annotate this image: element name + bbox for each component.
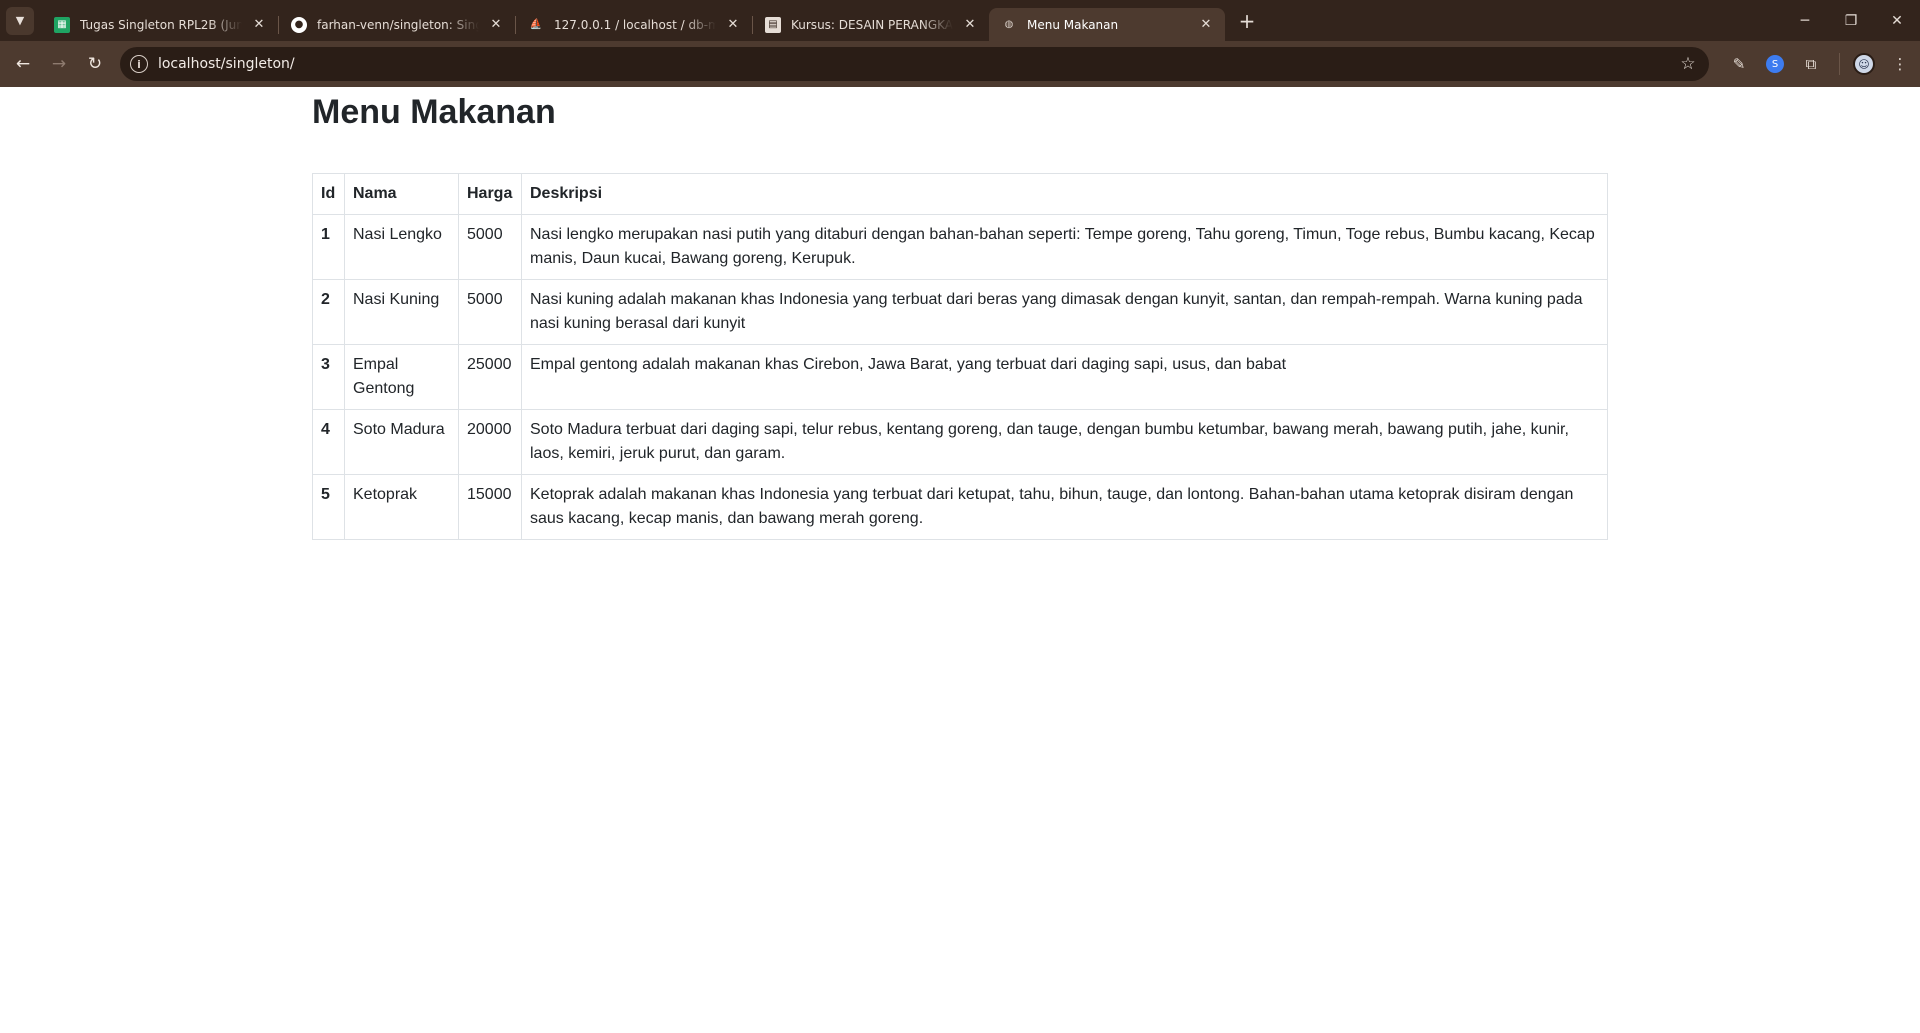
- chevron-down-icon: ▼: [15, 14, 25, 27]
- tab-moodle[interactable]: ▤ Kursus: DESAIN PERANGKAT LU ✕: [753, 8, 989, 41]
- restore-icon: ❐: [1844, 12, 1858, 29]
- address-url: localhost/singleton/: [157, 56, 295, 72]
- cell-harga: 15000: [458, 474, 522, 540]
- table-row: 5 Ketoprak 15000 Ketoprak adalah makanan…: [312, 474, 1608, 540]
- cell-deskripsi: Empal gentong adalah makanan khas Cirebo…: [521, 344, 1608, 410]
- moodle-icon: ▤: [765, 16, 781, 33]
- minimize-icon: ─: [1800, 12, 1810, 29]
- extensions-area: ✎ S ⧉ ☺ ⋮: [1723, 48, 1920, 80]
- avatar: ☺: [1853, 53, 1876, 75]
- minimize-button[interactable]: ─: [1782, 0, 1828, 41]
- restore-button[interactable]: ❐: [1828, 0, 1874, 41]
- cell-nama: Nasi Lengko: [344, 214, 459, 280]
- browser-toolbar: ← → ↻ i localhost/singleton/ ☆ ✎ S ⧉ ☺ ⋮: [0, 41, 1920, 87]
- close-icon[interactable]: ✕: [250, 16, 268, 34]
- bookmark-star-icon[interactable]: ☆: [1673, 54, 1703, 74]
- blue-extension-badge: S: [1766, 55, 1785, 73]
- close-icon[interactable]: ✕: [1197, 16, 1215, 34]
- cell-deskripsi: Nasi kuning adalah makanan khas Indonesi…: [521, 279, 1608, 345]
- cell-id: 3: [312, 344, 345, 410]
- cell-harga: 25000: [458, 344, 522, 410]
- new-tab-button[interactable]: +: [1233, 7, 1261, 35]
- tab-title: Menu Makanan: [1027, 17, 1119, 32]
- cell-id: 2: [312, 279, 345, 345]
- column-header-deskripsi: Deskripsi: [521, 173, 1608, 215]
- address-bar[interactable]: i localhost/singleton/ ☆: [119, 47, 1710, 81]
- page-viewport: Menu Makanan Id Nama Harga Deskripsi 1 N…: [0, 87, 1920, 1033]
- tab-title: farhan-venn/singleton: Singleton: [317, 17, 479, 32]
- close-icon: ✕: [1891, 12, 1903, 29]
- reload-button[interactable]: ↻: [78, 47, 112, 81]
- content-container: Menu Makanan Id Nama Harga Deskripsi 1 N…: [312, 87, 1608, 540]
- profile-avatar[interactable]: ☺: [1848, 48, 1880, 80]
- pen-extension-icon[interactable]: ✎: [1723, 48, 1755, 80]
- globe-icon: ◍: [1004, 19, 1014, 30]
- phpmyadmin-icon: ⛵: [529, 19, 543, 30]
- tab-phpmyadmin[interactable]: ⛵ 127.0.0.1 / localhost / db-menu ✕: [516, 8, 752, 41]
- window-controls: ─ ❐ ✕: [1782, 0, 1920, 41]
- column-header-harga: Harga: [458, 173, 522, 215]
- menu-table: Id Nama Harga Deskripsi 1 Nasi Lengko 50…: [312, 173, 1608, 540]
- arrow-right-icon: →: [51, 54, 67, 74]
- close-icon[interactable]: ✕: [724, 16, 742, 34]
- tab-title: Tugas Singleton RPL2B (Jum'at: [80, 17, 242, 32]
- github-icon: ●: [291, 16, 307, 33]
- cell-harga: 5000: [458, 214, 522, 280]
- cell-deskripsi: Soto Madura terbuat dari daging sapi, te…: [521, 409, 1608, 475]
- cell-nama: Nasi Kuning: [344, 279, 459, 345]
- close-icon[interactable]: ✕: [961, 16, 979, 34]
- close-icon[interactable]: ✕: [487, 16, 505, 34]
- arrow-left-icon: ←: [15, 54, 31, 74]
- tab-github[interactable]: ● farhan-venn/singleton: Singleton ✕: [279, 8, 515, 41]
- table-header-row: Id Nama Harga Deskripsi: [312, 173, 1608, 215]
- cell-harga: 20000: [458, 409, 522, 475]
- blue-extension-icon[interactable]: S: [1759, 48, 1791, 80]
- cell-deskripsi: Nasi lengko merupakan nasi putih yang di…: [521, 214, 1608, 280]
- cell-nama: Empal Gentong: [344, 344, 459, 410]
- cell-nama: Soto Madura: [344, 409, 459, 475]
- page-title: Menu Makanan: [312, 93, 556, 131]
- table-row: 1 Nasi Lengko 5000 Nasi lengko merupakan…: [312, 214, 1608, 280]
- tab-search-button[interactable]: ▼: [6, 6, 34, 35]
- tab-menu-makanan[interactable]: ◍ Menu Makanan ✕: [989, 8, 1225, 41]
- cell-id: 1: [312, 214, 345, 280]
- table-row: 3 Empal Gentong 25000 Empal gentong adal…: [312, 344, 1608, 410]
- tab-title: 127.0.0.1 / localhost / db-menu: [554, 17, 716, 32]
- forward-button[interactable]: →: [42, 47, 76, 81]
- reload-icon: ↻: [87, 54, 103, 74]
- table-row: 2 Nasi Kuning 5000 Nasi kuning adalah ma…: [312, 279, 1608, 345]
- plus-icon: +: [1238, 8, 1256, 33]
- toolbar-separator: [1839, 53, 1841, 75]
- cell-id: 5: [312, 474, 345, 540]
- cell-id: 4: [312, 409, 345, 475]
- cell-harga: 5000: [458, 279, 522, 345]
- column-header-nama: Nama: [344, 173, 459, 215]
- column-header-id: Id: [312, 173, 345, 215]
- tab-sheets[interactable]: ▦ Tugas Singleton RPL2B (Jum'at ✕: [42, 8, 278, 41]
- puzzle-icon[interactable]: ⧉: [1795, 48, 1827, 80]
- close-window-button[interactable]: ✕: [1874, 0, 1920, 41]
- back-button[interactable]: ←: [6, 47, 40, 81]
- cell-nama: Ketoprak: [344, 474, 459, 540]
- tab-strip: ▼ ▦ Tugas Singleton RPL2B (Jum'at ✕ ● fa…: [0, 0, 1920, 41]
- cell-deskripsi: Ketoprak adalah makanan khas Indonesia y…: [521, 474, 1608, 540]
- table-row: 4 Soto Madura 20000 Soto Madura terbuat …: [312, 409, 1608, 475]
- sheets-icon: ▦: [54, 16, 70, 33]
- menu-kebab-icon[interactable]: ⋮: [1884, 48, 1916, 80]
- tab-title: Kursus: DESAIN PERANGKAT LU: [791, 17, 953, 32]
- site-info-icon[interactable]: i: [129, 55, 148, 73]
